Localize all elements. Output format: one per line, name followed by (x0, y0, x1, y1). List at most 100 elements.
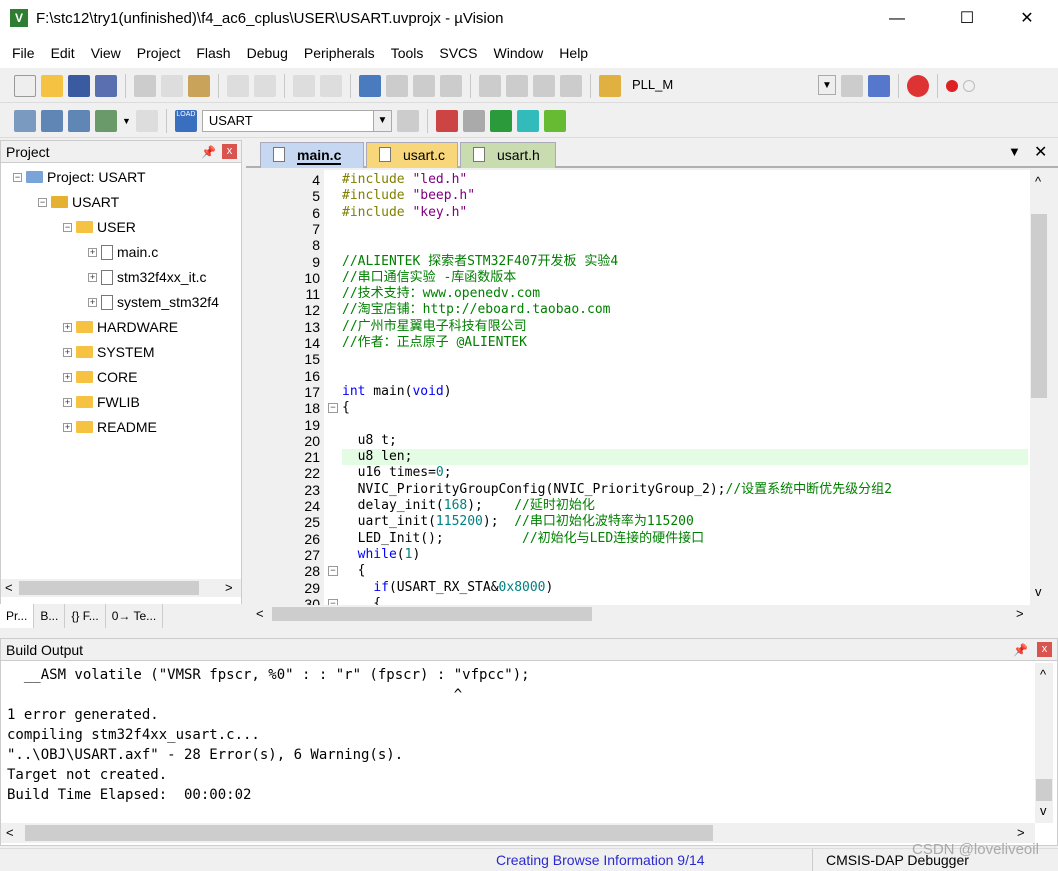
scroll-down-icon[interactable]: v (1040, 803, 1047, 818)
save-icon[interactable] (68, 75, 90, 97)
expand-icon[interactable]: + (63, 422, 72, 432)
indent-icon[interactable] (479, 75, 501, 97)
breakpoint-icon[interactable] (946, 80, 958, 92)
tab-main-c[interactable]: main.c (260, 142, 364, 168)
panel-tab[interactable]: 0→ Te... (106, 604, 164, 628)
close-tab-icon[interactable]: ✕ (1034, 142, 1047, 162)
collapse-icon[interactable]: − (13, 172, 22, 182)
scroll-thumb[interactable] (1036, 779, 1052, 801)
menu-peripherals[interactable]: Peripherals (296, 45, 383, 61)
close-button[interactable]: ✕ (1004, 0, 1050, 38)
disable-breakpoint-icon[interactable] (963, 80, 975, 92)
undo-icon[interactable] (227, 75, 249, 97)
expand-icon[interactable]: + (88, 272, 97, 282)
translate-icon[interactable] (14, 109, 36, 132)
redo-icon[interactable] (254, 75, 276, 97)
unindent-icon[interactable] (506, 75, 528, 97)
tree-item[interactable]: − USER (63, 217, 136, 237)
maximize-button[interactable]: ☐ (944, 0, 990, 38)
build-icon[interactable] (41, 109, 63, 132)
expand-icon[interactable]: + (63, 347, 72, 357)
tab-usart-c[interactable]: usart.c (366, 142, 458, 168)
panel-tab[interactable]: B... (34, 604, 66, 628)
minimize-button[interactable]: — (874, 0, 920, 38)
tree-item[interactable]: + SYSTEM (63, 342, 155, 362)
output-vscroll[interactable]: ^ v (1035, 663, 1053, 823)
debug-session-icon[interactable] (907, 75, 929, 97)
scroll-left-icon[interactable]: < (6, 825, 14, 840)
scroll-right-icon[interactable]: > (225, 580, 233, 595)
tree-item[interactable]: + CORE (63, 367, 137, 387)
menu-file[interactable]: File (4, 45, 43, 61)
chevron-down-icon[interactable]: ▼ (372, 110, 391, 131)
uncomment-icon[interactable] (560, 75, 582, 97)
copy-icon[interactable] (161, 75, 183, 97)
code-editor[interactable]: 4 #include "led.h" 5 #include "beep.h" 6 #inc… (250, 170, 1030, 606)
scroll-left-icon[interactable]: < (5, 580, 13, 595)
navigate-back-icon[interactable] (293, 75, 315, 97)
pin-icon[interactable]: 📌 (1013, 639, 1028, 661)
menu-flash[interactable]: Flash (188, 45, 238, 61)
panel-tab[interactable]: Pr... (0, 604, 35, 628)
expand-icon[interactable]: + (63, 322, 72, 332)
expand-icon[interactable]: + (88, 247, 97, 257)
next-bookmark-icon[interactable] (413, 75, 435, 97)
menu-debug[interactable]: Debug (239, 45, 296, 61)
expand-icon[interactable]: + (63, 397, 72, 407)
menu-tools[interactable]: Tools (383, 45, 432, 61)
target-select[interactable]: USART ▼ (201, 109, 392, 132)
tree-item[interactable]: + main.c (88, 242, 158, 262)
download-load-icon[interactable]: LOAD (174, 109, 197, 132)
menu-window[interactable]: Window (486, 45, 552, 61)
close-panel-button[interactable]: x (1037, 642, 1052, 657)
panel-tab[interactable]: {} F... (65, 604, 106, 628)
incremental-find-icon[interactable] (868, 75, 890, 97)
menu-view[interactable]: View (83, 45, 129, 61)
collapse-icon[interactable]: − (38, 197, 47, 207)
expand-icon[interactable]: + (88, 297, 97, 307)
editor-hscroll[interactable]: < > (250, 605, 1048, 623)
tree-item[interactable]: + HARDWARE (63, 317, 178, 337)
manage-components-icon[interactable] (462, 109, 485, 132)
find-icon[interactable] (841, 75, 863, 97)
paste-icon[interactable] (188, 75, 210, 97)
close-panel-button[interactable]: x (222, 144, 237, 159)
bookmark-icon[interactable] (359, 75, 381, 97)
find-combo[interactable]: PLL_M ▼ (626, 75, 836, 97)
scroll-thumb[interactable] (25, 825, 713, 841)
select-software-packs-icon[interactable] (516, 109, 539, 132)
tab-usart-h[interactable]: usart.h (460, 142, 556, 168)
file-extensions-icon[interactable] (435, 109, 458, 132)
output-hscroll[interactable]: < > (1, 823, 1035, 843)
stop-build-icon[interactable] (135, 109, 158, 132)
scroll-down-icon[interactable]: v (1035, 584, 1042, 599)
fold-collapse-icon[interactable]: − (328, 566, 338, 577)
cut-icon[interactable] (134, 75, 156, 97)
find-in-files-icon[interactable] (599, 75, 621, 97)
scroll-up-icon[interactable]: ^ (1040, 667, 1046, 682)
save-all-icon[interactable] (95, 75, 117, 97)
scroll-thumb[interactable] (19, 581, 199, 595)
scroll-thumb[interactable] (272, 607, 592, 621)
navigate-forward-icon[interactable] (320, 75, 342, 97)
prev-bookmark-icon[interactable] (386, 75, 408, 97)
pin-icon[interactable]: 📌 (201, 141, 216, 163)
editor-vscroll[interactable]: ^ v (1030, 170, 1048, 606)
rebuild-icon[interactable] (68, 109, 90, 132)
scroll-right-icon[interactable]: > (1017, 825, 1025, 840)
menu-edit[interactable]: Edit (43, 45, 83, 61)
fold-collapse-icon[interactable]: − (328, 403, 338, 414)
menu-svcs[interactable]: SVCS (431, 45, 485, 61)
tree-item[interactable]: + stm32f4xx_it.c (88, 267, 206, 287)
scroll-left-icon[interactable]: < (256, 606, 264, 621)
menu-project[interactable]: Project (129, 45, 189, 61)
tree-item[interactable]: + README (63, 417, 157, 437)
chevron-down-icon[interactable]: ▼ (818, 75, 836, 95)
tree-item[interactable]: + FWLIB (63, 392, 140, 412)
comment-icon[interactable] (533, 75, 555, 97)
scroll-right-icon[interactable]: > (1016, 606, 1024, 621)
clear-bookmarks-icon[interactable] (440, 75, 462, 97)
batch-build-icon[interactable] (95, 109, 117, 132)
expand-icon[interactable]: + (63, 372, 72, 382)
run-time-environment-icon[interactable] (543, 109, 566, 132)
